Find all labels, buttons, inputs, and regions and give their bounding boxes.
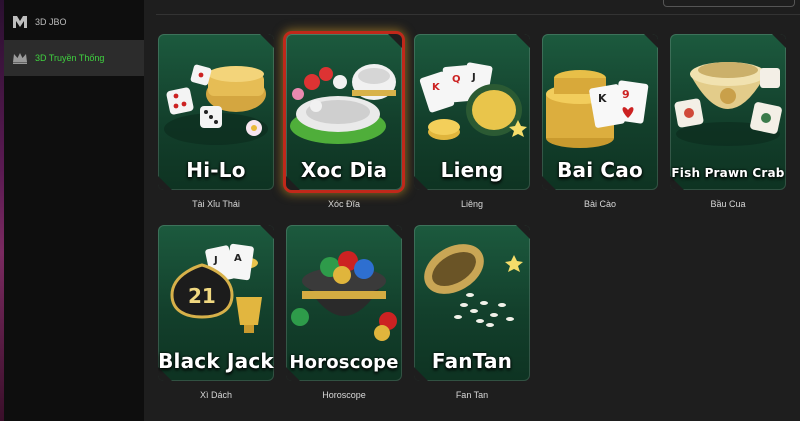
card-corner [388, 34, 402, 48]
svg-text:K: K [598, 92, 607, 105]
game-card[interactable]: Horoscope [286, 225, 402, 381]
svg-text:J: J [213, 255, 218, 266]
blackjack-chip-art: J A 21 [170, 243, 262, 333]
game-card[interactable]: Xoc Dia [286, 34, 402, 190]
card-corner [260, 34, 274, 48]
game-tile-hi-lo[interactable]: Hi-Lo Tài Xỉu Thái [158, 34, 274, 209]
svg-text:Q: Q [452, 74, 461, 85]
chip-pot-art [291, 251, 397, 341]
sidebar: 3D JBO 3D Truyền Thống [4, 0, 144, 421]
game-tile-horoscope[interactable]: Horoscope Horoscope [286, 225, 402, 400]
game-caption: Liêng [460, 199, 484, 209]
top-right-control[interactable] [663, 0, 795, 7]
game-caption: Horoscope [322, 390, 366, 400]
game-card[interactable]: Fish Prawn Crab [670, 34, 786, 190]
game-caption: Fan Tan [455, 390, 489, 400]
svg-text:21: 21 [188, 284, 216, 308]
cards-coins-art: K Q J [419, 62, 527, 140]
game-title: Black Jack [158, 349, 274, 373]
sidebar-item-label: 3D JBO [35, 17, 67, 27]
crown-icon [11, 49, 29, 67]
game-caption: Xóc Đĩa [327, 199, 360, 209]
game-tile-fish-prawn-crab[interactable]: Fish Prawn Crab Bầu Cua [670, 34, 786, 209]
jbo-logo-icon [11, 13, 29, 31]
svg-text:9: 9 [622, 88, 630, 101]
game-card[interactable]: K Q J Lieng [414, 34, 530, 190]
game-tile-xoc-dia[interactable]: Xoc Dia Xóc Đĩa [286, 34, 402, 209]
card-corner [388, 225, 402, 239]
game-title: Hi-Lo [186, 158, 246, 182]
top-divider [156, 14, 800, 15]
sidebar-item-label: 3D Truyền Thống [35, 53, 105, 63]
game-tile-lieng[interactable]: K Q J Lieng Liêng [414, 34, 530, 209]
card-corner [644, 34, 658, 48]
game-title: Fish Prawn Crab [671, 166, 785, 180]
coins-cards-art: K 9 [546, 70, 649, 148]
card-corner [260, 225, 274, 239]
game-card[interactable]: J A 21 Black Jack [158, 225, 274, 381]
game-title: Bai Cao [557, 158, 643, 182]
sidebar-item-3d-truyen-thong[interactable]: 3D Truyền Thống [4, 40, 144, 76]
game-card[interactable]: K 9 Bai Cao [542, 34, 658, 190]
game-title: Lieng [440, 158, 504, 182]
game-card[interactable]: FanTan [414, 225, 530, 381]
svg-text:A: A [234, 253, 242, 264]
bowl-beads-art [424, 244, 523, 327]
game-caption: Bầu Cua [710, 199, 746, 209]
game-caption: Xì Dách [199, 390, 232, 400]
card-corner [516, 34, 530, 48]
card-corner [772, 34, 786, 48]
game-grid-panel: Hi-Lo Tài Xỉu Thái Xoc Dia Xóc Đĩa K Q J… [144, 0, 800, 421]
game-tile-black-jack[interactable]: J A 21 Black Jack Xì Dách [158, 225, 274, 400]
plate-coins-art [290, 64, 396, 144]
game-tile-bai-cao[interactable]: K 9 Bai Cao Bài Cào [542, 34, 658, 209]
game-caption: Bài Cào [583, 199, 617, 209]
sidebar-item-3d-jbo[interactable]: 3D JBO [4, 4, 144, 40]
svg-text:K: K [432, 82, 441, 93]
dice-bowl-art [164, 64, 268, 145]
game-title: Horoscope [289, 352, 399, 373]
game-card[interactable]: Hi-Lo [158, 34, 274, 190]
bowl-dice-art [674, 62, 782, 146]
game-caption: Tài Xỉu Thái [192, 199, 240, 209]
game-title: Xoc Dia [300, 158, 388, 182]
game-title: FanTan [431, 349, 513, 373]
svg-text:J: J [471, 72, 476, 83]
card-corner [516, 225, 530, 239]
game-tile-fantan[interactable]: FanTan Fan Tan [414, 225, 530, 400]
